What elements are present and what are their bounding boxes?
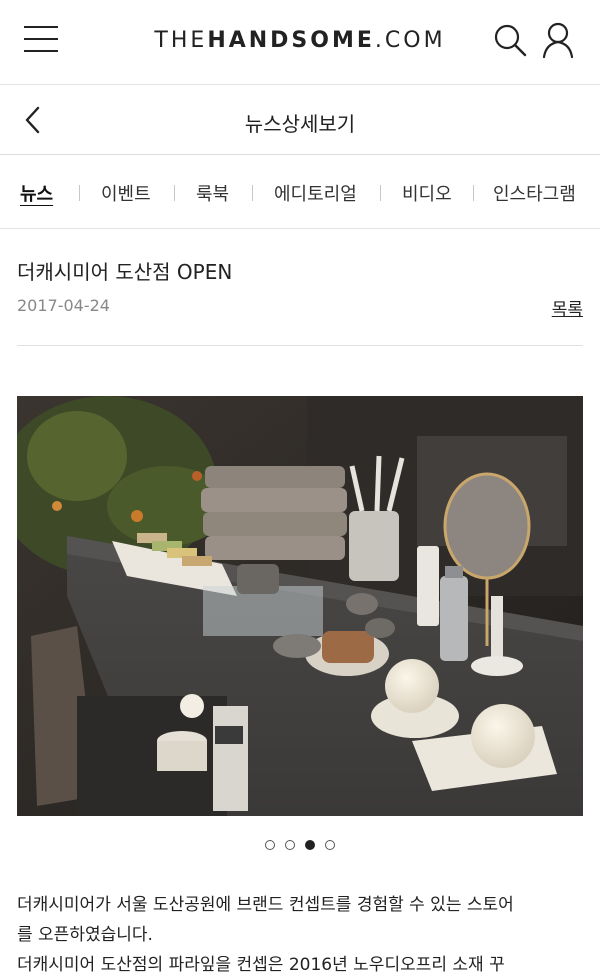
list-link[interactable]: 목록 bbox=[552, 295, 583, 320]
divider bbox=[17, 345, 583, 346]
tab-instagram[interactable]: 인스타그램 bbox=[493, 180, 576, 206]
article-date: 2017-04-24 bbox=[17, 296, 110, 315]
tab-lookbook[interactable]: 룩북 bbox=[196, 180, 229, 206]
page-title: 뉴스상세보기 bbox=[244, 112, 356, 136]
tab-editorial[interactable]: 에디토리얼 bbox=[274, 180, 357, 206]
search-icon[interactable] bbox=[492, 22, 528, 58]
category-tabs: 뉴스 이벤트 룩북 에디토리얼 비디오 인스타그램 bbox=[0, 155, 600, 229]
article-body-line: 더캐시미어가 서울 도산공원에 브랜드 컨셉트를 경험할 수 있는 스토어 bbox=[17, 895, 514, 915]
article-body-line: 를 오픈하였습니다. bbox=[17, 925, 153, 945]
tab-divider bbox=[174, 185, 175, 201]
article-photo[interactable] bbox=[17, 396, 583, 816]
article-title: 더캐시미어 도산점 OPEN bbox=[17, 260, 233, 284]
tab-video[interactable]: 비디오 bbox=[402, 180, 452, 206]
logo-bold: HANDSOME bbox=[207, 28, 375, 53]
logo-prefix: THE bbox=[154, 28, 208, 53]
article-body: 더캐시미어가 서울 도산공원에 브랜드 컨셉트를 경험할 수 있는 스토어 를 … bbox=[17, 890, 583, 980]
tab-divider bbox=[252, 185, 253, 201]
carousel-dot[interactable] bbox=[265, 840, 275, 850]
site-header: THEHANDSOME.COM bbox=[0, 0, 600, 85]
tab-divider bbox=[473, 185, 474, 201]
carousel-indicator bbox=[0, 840, 600, 850]
carousel-dot[interactable] bbox=[285, 840, 295, 850]
tab-divider bbox=[79, 185, 80, 201]
page-subheader: 뉴스상세보기 bbox=[0, 85, 600, 155]
carousel-dot[interactable] bbox=[325, 840, 335, 850]
user-icon[interactable] bbox=[540, 20, 576, 60]
article-body-line: 더캐시미어 도산점의 파라잎을 컨셉은 2016년 노우디오프리 소재 꾸 bbox=[17, 955, 505, 975]
tab-divider bbox=[380, 185, 381, 201]
carousel-dot-active[interactable] bbox=[305, 840, 315, 850]
tab-event[interactable]: 이벤트 bbox=[101, 180, 151, 206]
logo-suffix: .COM bbox=[374, 28, 446, 53]
tab-news[interactable]: 뉴스 bbox=[20, 180, 53, 206]
